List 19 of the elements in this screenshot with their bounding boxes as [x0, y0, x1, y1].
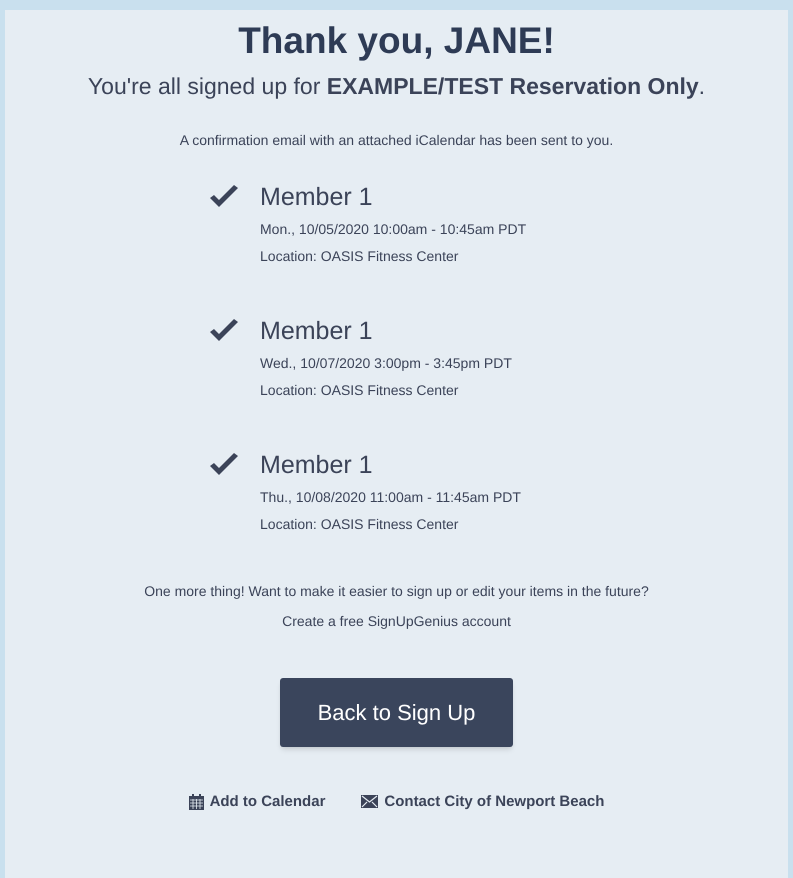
item-time: Thu., 10/08/2020 11:00am - 11:45am PDT	[260, 488, 521, 506]
subtitle: You're all signed up for EXAMPLE/TEST Reservation Only.	[88, 72, 706, 101]
item-location: Location: OASIS Fitness Center	[260, 514, 460, 534]
item-time: Mon., 10/05/2020 10:00am - 10:45am PDT	[260, 220, 526, 238]
item-location: Location: OASIS Fitness Center	[260, 246, 460, 266]
item-time: Wed., 10/07/2020 3:00pm - 3:45pm PDT	[260, 354, 512, 373]
item-title: Member 1	[260, 182, 374, 212]
prompt-text: One more thing! Want to make it easier to sign up or edit your items in the future?	[144, 582, 649, 601]
confirmation-text: A confirmation email with an attached iCalendar has been sent to you.	[180, 130, 614, 150]
envelope-icon	[361, 795, 378, 808]
back-button[interactable]: Back to Sign Up	[280, 678, 513, 746]
item-location: Location: OASIS Fitness Center	[260, 380, 460, 400]
footer-link[interactable]: Add to Calendar	[188, 790, 326, 813]
item-title: Member 1	[260, 316, 374, 346]
calendar-icon	[188, 794, 204, 810]
item-title: Member 1	[260, 450, 374, 480]
footer-link[interactable]: Contact City of Newport Beach	[361, 790, 604, 813]
heading: Thank you, JANE!	[238, 22, 555, 59]
account-text: Create a free SignUpGenius account	[282, 612, 511, 631]
